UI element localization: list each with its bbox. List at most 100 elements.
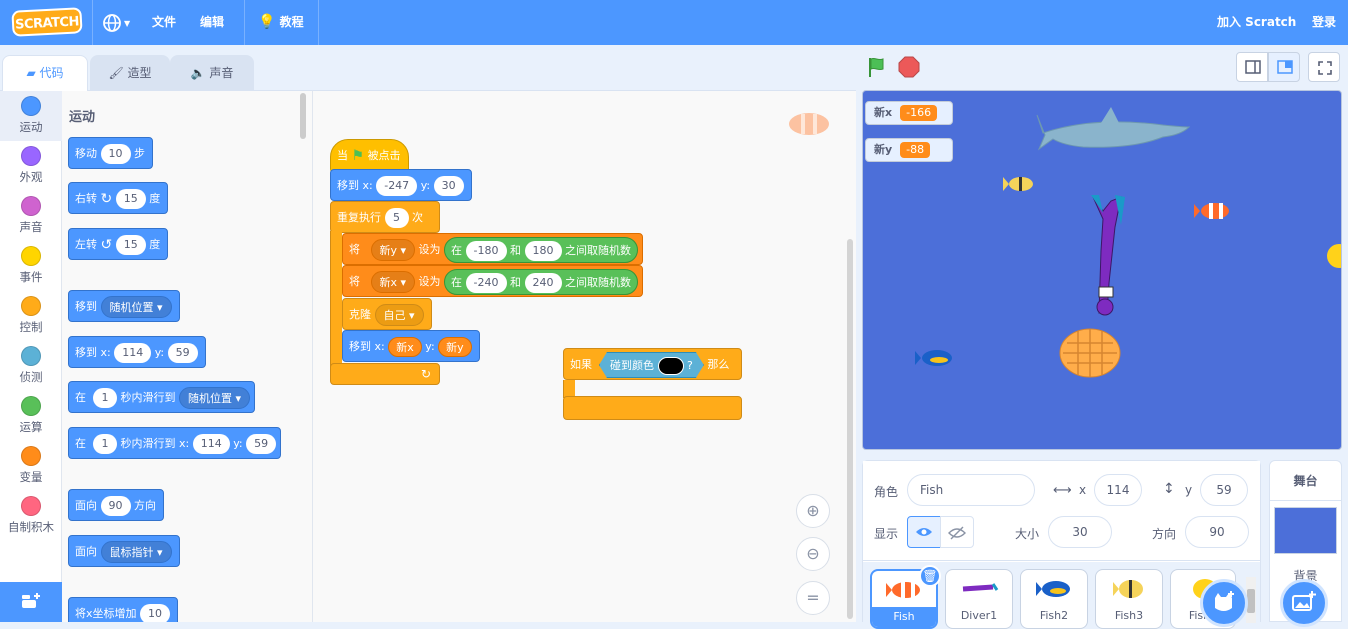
script-workspace[interactable]: 当 ⚑ 被点击 移到 x: -247 y: 30 重复执行 5 次 ↻ 将 新y… — [312, 90, 856, 622]
random-from-input[interactable]: -180 — [465, 241, 507, 261]
block-text: 面向 — [75, 499, 97, 512]
category-1[interactable]: 外观 — [0, 141, 62, 191]
size-input[interactable]: 30 — [1048, 516, 1112, 548]
scrollbar-thumb[interactable] — [1247, 589, 1255, 613]
block-goto-xy[interactable]: 移到 x: 114 y: 59 — [68, 336, 206, 368]
block-goto-xy[interactable]: 移到 x: 新x y: 新y — [342, 330, 480, 362]
show-visible-button[interactable] — [907, 516, 941, 548]
color-swatch[interactable] — [658, 357, 684, 375]
green-flag-icon[interactable] — [865, 55, 889, 79]
block-glide[interactable]: 在 1 秒内滑行到 随机位置 ▾ — [68, 381, 255, 413]
fullscreen-button[interactable] — [1308, 52, 1340, 82]
variable-reporter[interactable]: 新y — [438, 337, 472, 357]
category-3[interactable]: 事件 — [0, 241, 62, 291]
category-dot-icon — [21, 446, 41, 466]
sprite-tile[interactable]: Fish3 — [1095, 569, 1163, 629]
block-goto-xy[interactable]: 移到 x: -247 y: 30 — [330, 169, 472, 201]
x-input[interactable]: 114 — [114, 343, 152, 363]
variable-dropdown[interactable]: 新y ▾ — [370, 239, 416, 261]
block-touching-color[interactable]: 碰到颜色 ? — [599, 352, 704, 378]
tutorials-menu[interactable]: 💡 教程 — [258, 0, 304, 45]
y-input[interactable]: 30 — [433, 176, 464, 196]
normal-stage-button[interactable] — [1268, 52, 1300, 82]
block-goto[interactable]: 移到 随机位置 ▾ — [68, 290, 180, 322]
x-position-input[interactable]: 114 — [1094, 474, 1142, 506]
block-create-clone[interactable]: 克隆 自己 ▾ — [342, 298, 432, 330]
direction-input[interactable]: 90 — [100, 496, 131, 516]
block-set-variable[interactable]: 将 新x ▾ 设为 在 -240 和 240 之间取随机数 — [342, 265, 643, 297]
y-input[interactable]: 59 — [246, 434, 277, 454]
goto-target-dropdown[interactable]: 随机位置 ▾ — [100, 296, 172, 318]
x-input[interactable]: 114 — [192, 434, 230, 454]
point-target-dropdown[interactable]: 鼠标指针 ▾ — [100, 541, 172, 563]
random-to-input[interactable]: 180 — [524, 241, 562, 261]
seconds-input[interactable]: 1 — [93, 434, 117, 454]
block-point-direction[interactable]: 面向 90 方向 — [68, 489, 164, 521]
block-move-steps[interactable]: 移动 10 步 — [68, 137, 153, 169]
category-4[interactable]: 控制 — [0, 291, 62, 341]
small-stage-button[interactable] — [1236, 52, 1268, 82]
tab-costumes[interactable]: 🖌 造型 — [90, 55, 170, 91]
x-input[interactable]: -247 — [376, 176, 418, 196]
seconds-input[interactable]: 1 — [93, 388, 117, 408]
file-menu[interactable]: 文件 — [152, 0, 176, 45]
y-input[interactable]: 59 — [167, 343, 198, 363]
category-7[interactable]: 变量 — [0, 441, 62, 491]
direction-input[interactable]: 90 — [1185, 516, 1249, 548]
block-random[interactable]: 在 -180 和 180 之间取随机数 — [444, 237, 639, 263]
stage-selector[interactable]: 舞台 背景 — [1269, 460, 1342, 627]
degrees-input[interactable]: 15 — [115, 235, 146, 255]
palette-scrollbar[interactable] — [300, 93, 306, 139]
zoom-reset-button[interactable]: = — [796, 581, 830, 615]
clone-target-dropdown[interactable]: 自己 ▾ — [374, 304, 424, 326]
degrees-input[interactable]: 15 — [115, 189, 146, 209]
repeat-count-input[interactable]: 5 — [384, 208, 409, 228]
category-2[interactable]: 声音 — [0, 191, 62, 241]
choose-backdrop-button[interactable] — [1280, 579, 1328, 627]
random-to-input[interactable]: 240 — [524, 273, 562, 293]
block-turn-right[interactable]: 右转 ↻ 15 度 — [68, 182, 169, 214]
random-from-input[interactable]: -240 — [465, 273, 507, 293]
steps-input[interactable]: 10 — [100, 144, 131, 164]
sprite-tile[interactable]: Diver1 — [945, 569, 1013, 629]
variable-dropdown[interactable]: 新x ▾ — [370, 271, 416, 293]
block-set-variable[interactable]: 将 新y ▾ 设为 在 -180 和 180 之间取随机数 — [342, 233, 643, 265]
category-8[interactable]: 自制积木 — [0, 491, 62, 541]
scratch-logo[interactable]: SCRATCH — [11, 7, 83, 37]
join-link[interactable]: 加入 Scratch — [1217, 0, 1296, 45]
workspace-scrollbar[interactable] — [847, 239, 853, 619]
block-random[interactable]: 在 -240 和 240 之间取随机数 — [444, 269, 639, 295]
sprite-tile[interactable]: Fish2 — [1020, 569, 1088, 629]
choose-sprite-button[interactable] — [1200, 579, 1248, 627]
signin-link[interactable]: 登录 — [1312, 0, 1336, 45]
block-if[interactable]: 如果 碰到颜色 ? 那么 — [563, 348, 742, 380]
tab-sounds[interactable]: 🔈 声音 — [170, 55, 254, 91]
block-point-towards[interactable]: 面向 鼠标指针 ▾ — [68, 535, 180, 567]
category-5[interactable]: 侦测 — [0, 341, 62, 391]
category-0[interactable]: 运动 — [0, 91, 62, 141]
category-6[interactable]: 运算 — [0, 391, 62, 441]
block-repeat[interactable]: 重复执行 5 次 — [330, 201, 440, 233]
glide-target-dropdown[interactable]: 随机位置 ▾ — [179, 387, 251, 409]
block-turn-left[interactable]: 左转 ↺ 15 度 — [68, 228, 169, 260]
block-glide-xy[interactable]: 在 1 秒内滑行到 x: 114 y: 59 — [68, 427, 281, 459]
change-input[interactable]: 10 — [140, 604, 171, 622]
category-dot-icon — [21, 146, 41, 166]
show-hidden-button[interactable] — [940, 516, 974, 548]
tab-code[interactable]: ▰ 代码 — [2, 55, 88, 91]
edit-menu[interactable]: 编辑 — [200, 0, 224, 45]
zoom-in-button[interactable]: ⊕ — [796, 494, 830, 528]
stage-canvas[interactable]: 新x -166 新y -88 — [862, 90, 1342, 450]
delete-sprite-button[interactable]: 🗑 — [919, 565, 941, 587]
block-change-x[interactable]: 将x坐标增加 10 — [68, 597, 179, 622]
sprite-name-input[interactable]: Fish — [907, 474, 1035, 506]
block-text: 面向 — [75, 545, 97, 558]
language-menu[interactable]: ▼ — [102, 0, 136, 45]
zoom-out-button[interactable]: ⊖ — [796, 537, 830, 571]
add-extension-button[interactable] — [0, 582, 62, 622]
block-text: 那么 — [707, 358, 730, 371]
stop-icon[interactable] — [898, 56, 920, 78]
variable-reporter[interactable]: 新x — [388, 337, 422, 357]
y-position-input[interactable]: 59 — [1200, 474, 1248, 506]
block-when-flag-clicked[interactable]: 当 ⚑ 被点击 — [330, 139, 409, 173]
